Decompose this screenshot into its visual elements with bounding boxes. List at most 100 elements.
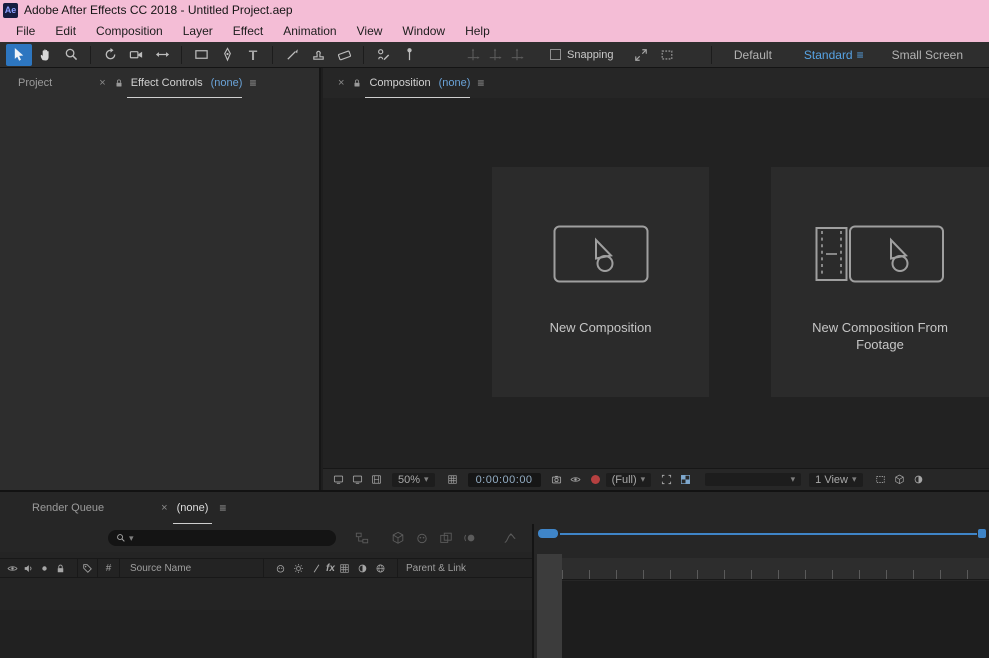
hand-tool-icon[interactable] (32, 44, 58, 66)
grid-guides-icon[interactable] (443, 474, 462, 485)
app-icon: Ae (3, 3, 18, 18)
quality-icon[interactable] (308, 563, 324, 574)
draft-3d-icon[interactable] (386, 531, 410, 545)
graph-editor-icon[interactable] (498, 531, 522, 545)
3d-view-popup[interactable]: ▾ (705, 473, 801, 486)
monitor-play-icon[interactable] (348, 474, 367, 485)
panel-menu-icon[interactable]: ≡ (242, 76, 263, 90)
mini-flowchart-icon[interactable] (350, 531, 374, 545)
time-navigator-end-handle[interactable] (978, 529, 986, 538)
time-navigator-start-handle[interactable] (538, 529, 558, 538)
film-icon[interactable] (367, 474, 386, 485)
monitor-icon[interactable] (329, 474, 348, 485)
menu-layer[interactable]: Layer (173, 24, 223, 38)
eraser-tool-icon[interactable] (331, 44, 357, 66)
adjustment-layer-icon[interactable] (337, 563, 353, 574)
tab-composition[interactable]: Composition (none) (365, 68, 470, 98)
zoom-tool-icon[interactable] (58, 44, 84, 66)
new-composition-from-footage-label: New Composition From Footage (800, 319, 960, 353)
local-axis-mode-icon[interactable] (466, 48, 480, 62)
lock-icon[interactable] (52, 563, 68, 574)
menubar: File Edit Composition Layer Effect Anima… (0, 20, 989, 42)
snap-wireframe-icon[interactable] (660, 48, 674, 62)
close-tab-icon[interactable]: × (156, 502, 172, 514)
puppet-pin-tool-icon[interactable] (396, 44, 422, 66)
collapse-transformations-icon[interactable] (290, 563, 306, 574)
fx-icon[interactable]: fx (326, 563, 335, 574)
menu-window[interactable]: Window (392, 24, 455, 38)
camera-tool-icon[interactable] (123, 44, 149, 66)
new-composition-from-footage-button[interactable]: New Composition From Footage (771, 167, 989, 397)
workspace-default[interactable]: Default (718, 48, 788, 62)
resolution-popup[interactable]: (Full) ▾ (606, 473, 652, 487)
show-channel-icon[interactable] (591, 475, 600, 484)
menu-composition[interactable]: Composition (86, 24, 173, 38)
shy-layers-icon[interactable] (410, 531, 434, 545)
lock-icon[interactable] (111, 78, 127, 88)
close-tab-icon[interactable]: × (94, 77, 110, 89)
snapping-checkbox[interactable] (550, 49, 561, 60)
pixel-aspect-icon[interactable] (871, 474, 890, 485)
pan-behind-tool-icon[interactable] (149, 44, 175, 66)
show-snapshot-icon[interactable] (566, 474, 585, 485)
workspace-small-screen[interactable]: Small Screen (876, 48, 979, 62)
time-navigator-track[interactable] (560, 533, 977, 535)
menu-edit[interactable]: Edit (45, 24, 86, 38)
world-axis-mode-icon[interactable] (488, 48, 502, 62)
motion-blur-icon[interactable] (458, 531, 482, 545)
tab-timeline-none[interactable]: (none) (173, 492, 213, 524)
menu-view[interactable]: View (347, 24, 393, 38)
video-eye-icon[interactable] (4, 563, 20, 574)
type-tool-icon[interactable]: T (240, 44, 266, 66)
panel-menu-icon[interactable]: ≡ (470, 76, 491, 90)
search-filter-chevron-icon[interactable]: ▾ (129, 533, 134, 544)
timeline-right-pane (536, 524, 989, 658)
3d-layer-icon[interactable] (373, 563, 389, 574)
menu-file[interactable]: File (6, 24, 45, 38)
clone-stamp-tool-icon[interactable] (305, 44, 331, 66)
search-input[interactable] (137, 532, 329, 544)
tab-project[interactable]: Project (14, 77, 56, 89)
label-tag-icon[interactable] (82, 563, 93, 574)
menu-animation[interactable]: Animation (273, 24, 346, 38)
pen-tool-icon[interactable] (214, 44, 240, 66)
close-tab-icon[interactable]: × (333, 77, 349, 89)
region-of-interest-icon[interactable] (657, 474, 676, 485)
audio-speaker-icon[interactable] (20, 563, 36, 574)
menu-effect[interactable]: Effect (223, 24, 273, 38)
column-switches: fx (264, 559, 398, 577)
workspace-standard[interactable]: Standard (788, 48, 857, 62)
solo-icon[interactable] (36, 563, 52, 574)
current-time-display[interactable]: 0:00:00:00 (468, 473, 541, 487)
column-source-name[interactable]: Source Name (120, 559, 264, 577)
transparency-grid-icon[interactable] (676, 474, 695, 485)
shy-icon[interactable] (272, 563, 288, 574)
new-composition-label: New Composition (521, 319, 681, 336)
tab-effect-controls[interactable]: Effect Controls (none) (127, 68, 243, 98)
rectangle-tool-icon[interactable] (188, 44, 214, 66)
view-layout-popup[interactable]: 1 View ▾ (809, 473, 862, 487)
magnification-popup[interactable]: 50% ▾ (392, 473, 435, 487)
track-area-body (562, 581, 989, 658)
roto-brush-tool-icon[interactable] (370, 44, 396, 66)
time-ruler[interactable] (562, 558, 989, 580)
rotate-tool-icon[interactable] (97, 44, 123, 66)
tab-render-queue[interactable]: Render Queue (28, 502, 108, 514)
snapshot-camera-icon[interactable] (547, 474, 566, 485)
workspace-menu-icon[interactable]: ≡ (857, 48, 876, 62)
frame-blend-icon[interactable] (434, 531, 458, 545)
fast-previews-icon[interactable] (890, 474, 909, 485)
panel-menu-icon[interactable]: ≡ (212, 501, 233, 515)
menu-help[interactable]: Help (455, 24, 500, 38)
new-composition-button[interactable]: New Composition (492, 167, 709, 397)
brush-tool-icon[interactable] (279, 44, 305, 66)
selection-tool-icon[interactable] (6, 44, 32, 66)
snap-beyond-edges-icon[interactable] (634, 48, 648, 62)
motion-blur-icon[interactable] (355, 563, 371, 574)
timeline-search[interactable]: ▾ (108, 530, 336, 546)
workspace-bar: Default Standard ≡ Small Screen (718, 48, 989, 62)
exposure-icon[interactable] (909, 474, 928, 485)
lock-icon[interactable] (349, 78, 365, 88)
tab-effect-controls-label: Effect Controls (127, 77, 207, 89)
view-axis-mode-icon[interactable] (510, 48, 524, 62)
